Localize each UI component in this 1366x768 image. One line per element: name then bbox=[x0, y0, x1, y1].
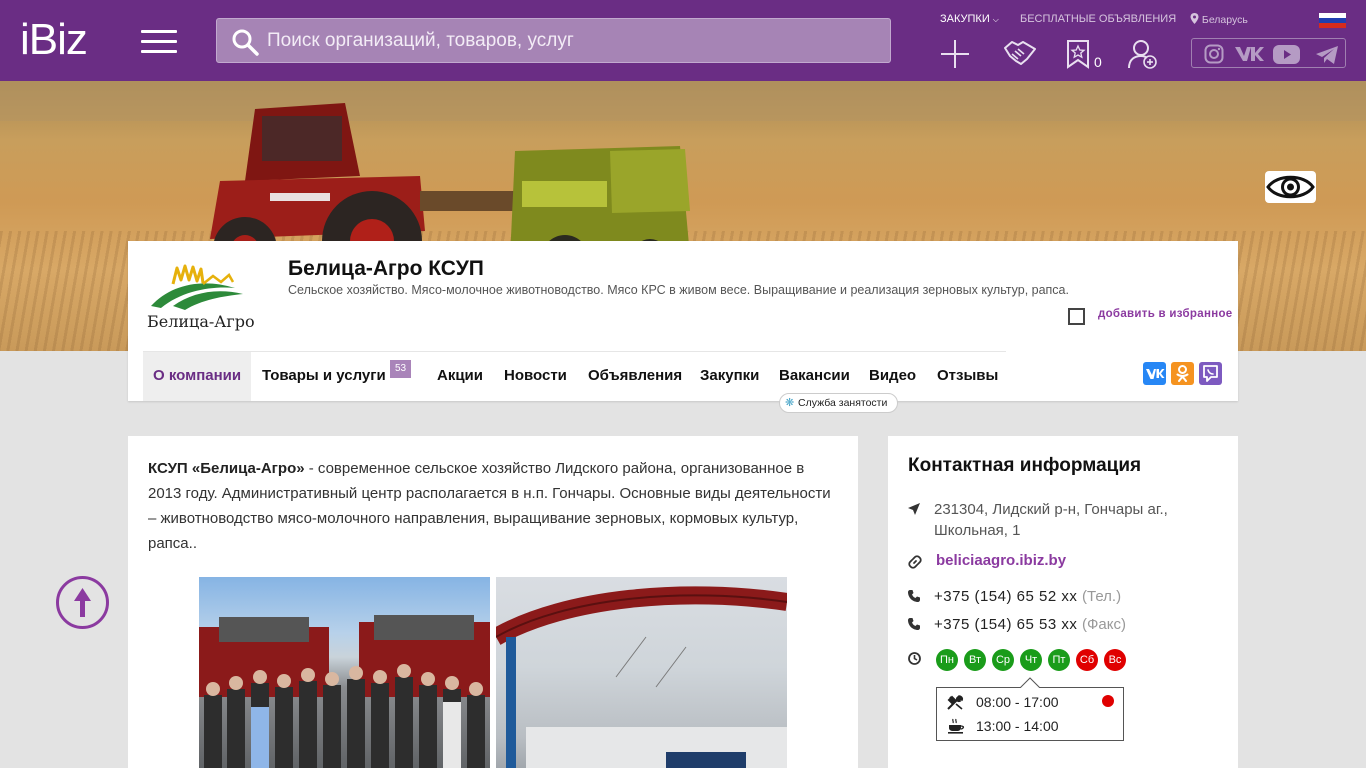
clock-icon bbox=[908, 652, 921, 665]
team-photo-drawing bbox=[199, 615, 490, 768]
tab-purchases[interactable]: Закупки bbox=[700, 352, 759, 401]
search-icon bbox=[232, 29, 259, 56]
contact-title: Контактная информация bbox=[908, 455, 1142, 476]
day-badge: Сб bbox=[1076, 649, 1098, 671]
about-section: КСУП «Белица-Агро» - современное сельско… bbox=[128, 436, 858, 768]
break-hours-text: 13:00 - 14:00 bbox=[976, 718, 1059, 734]
odnoklassniki-icon bbox=[1176, 365, 1189, 382]
add-icon[interactable] bbox=[940, 39, 970, 69]
tab-promotions[interactable]: Акции bbox=[437, 352, 483, 401]
farm-gate-photo[interactable] bbox=[496, 577, 787, 768]
tab-products[interactable]: Товары и услуги bbox=[262, 352, 386, 401]
vk-icon[interactable] bbox=[1234, 46, 1264, 62]
chevron-down-icon: ⌵ bbox=[992, 15, 999, 24]
team-photo[interactable] bbox=[199, 577, 490, 768]
nav-free-ads[interactable]: БЕСПЛАТНЫЕ ОБЪЯВЛЕНИЯ bbox=[1020, 13, 1176, 25]
phone-icon bbox=[908, 618, 920, 630]
day-badge: Чт bbox=[1020, 649, 1042, 671]
wheat-leaf-icon bbox=[151, 264, 243, 310]
scroll-to-top-button[interactable] bbox=[56, 576, 109, 629]
about-company-name: КСУП «Белица-Агро» bbox=[148, 460, 305, 477]
instagram-icon[interactable] bbox=[1204, 44, 1224, 64]
day-badge: Вс bbox=[1104, 649, 1126, 671]
nav-country[interactable]: Беларусь bbox=[1190, 13, 1248, 26]
search-bar[interactable] bbox=[216, 18, 891, 63]
arrow-up-icon bbox=[74, 588, 91, 617]
location-pin-icon bbox=[1190, 13, 1199, 24]
tools-icon bbox=[947, 695, 964, 710]
top-header: iBiz ЗАКУПКИ ⌵ БЕСПЛАТНЫЕ ОБЪЯВЛЕНИЯ Бел… bbox=[0, 0, 1366, 81]
share-viber-button[interactable] bbox=[1199, 362, 1222, 385]
tab-products-label: Товары и услуги bbox=[262, 367, 386, 384]
eye-icon bbox=[1266, 175, 1315, 199]
site-logo[interactable]: iBiz bbox=[20, 18, 88, 62]
contact-phone-number: +375 (154) 65 52 xx bbox=[934, 588, 1078, 605]
add-favorite-link[interactable]: добавить в избранное bbox=[1098, 308, 1232, 320]
search-input[interactable] bbox=[267, 19, 877, 62]
tab-about[interactable]: О компании bbox=[143, 352, 252, 401]
day-badge: Ср bbox=[992, 649, 1014, 671]
add-user-icon[interactable] bbox=[1128, 39, 1158, 69]
employment-service-tooltip[interactable]: ❋ Служба занятости bbox=[779, 393, 898, 413]
social-links bbox=[1191, 38, 1346, 68]
add-favorite-checkbox[interactable] bbox=[1068, 308, 1085, 325]
handshake-icon[interactable] bbox=[1003, 39, 1037, 69]
working-hours-box: 08:00 - 17:00 13:00 - 14:00 bbox=[936, 677, 1124, 741]
tab-reviews[interactable]: Отзывы bbox=[937, 352, 998, 401]
contact-fax[interactable]: +375 (154) 65 53 xx (Факс) bbox=[934, 616, 1126, 633]
vk-icon bbox=[1146, 369, 1165, 379]
contact-fax-number: +375 (154) 65 53 xx bbox=[934, 616, 1078, 633]
location-arrow-icon bbox=[908, 503, 920, 515]
pointer-arrow bbox=[1020, 677, 1040, 688]
day-badge: Пн bbox=[936, 649, 958, 671]
work-hours-text: 08:00 - 17:00 bbox=[976, 694, 1059, 710]
company-logo[interactable]: Белица-Агро bbox=[143, 256, 255, 351]
contact-section: Контактная информация 231304, Лидский р-… bbox=[888, 436, 1238, 768]
favorites-count: 0 bbox=[1094, 54, 1102, 70]
youtube-icon[interactable] bbox=[1273, 45, 1300, 64]
contact-phone[interactable]: +375 (154) 65 52 xx (Тел.) bbox=[934, 588, 1121, 605]
sparkle-icon: ❋ bbox=[785, 397, 795, 409]
phone-icon bbox=[908, 590, 920, 602]
accessibility-eye-button[interactable] bbox=[1265, 171, 1316, 203]
menu-icon[interactable] bbox=[141, 30, 177, 54]
nav-country-label: Беларусь bbox=[1201, 14, 1248, 26]
day-badge: Пт bbox=[1048, 649, 1070, 671]
company-description: Сельское хозяйство. Мясо-молочное животн… bbox=[288, 283, 1069, 297]
telegram-icon[interactable] bbox=[1315, 45, 1339, 65]
coffee-cup-icon bbox=[948, 718, 965, 734]
employment-service-label: Служба занятости bbox=[798, 397, 888, 409]
nav-purchases-label: ЗАКУПКИ bbox=[940, 13, 990, 25]
about-text: КСУП «Белица-Агро» - современное сельско… bbox=[148, 456, 838, 556]
contact-address: 231304, Лидский р-н, Гончары аг., Школьн… bbox=[908, 499, 1208, 541]
contact-address-text: 231304, Лидский р-н, Гончары аг., Школьн… bbox=[934, 501, 1168, 539]
share-ok-button[interactable] bbox=[1171, 362, 1194, 385]
company-card: Белица-Агро Белица-Агро КСУП Сельское хо… bbox=[128, 241, 1238, 413]
closed-status-dot bbox=[1102, 695, 1114, 707]
contact-phone-note: (Тел.) bbox=[1082, 588, 1122, 605]
tab-news[interactable]: Новости bbox=[504, 352, 567, 401]
farm-gate-photo-drawing bbox=[496, 586, 787, 768]
viber-icon bbox=[1203, 365, 1218, 382]
company-logo-text: Белица-Агро bbox=[147, 312, 255, 331]
link-icon bbox=[908, 555, 922, 569]
language-flag-icon[interactable] bbox=[1319, 13, 1346, 28]
products-count-badge: 53 bbox=[390, 360, 412, 378]
share-vk-button[interactable] bbox=[1143, 362, 1166, 385]
day-badge: Вт bbox=[964, 649, 986, 671]
contact-website-link[interactable]: beliciaagro.ibiz.by bbox=[936, 552, 1066, 569]
nav-purchases[interactable]: ЗАКУПКИ ⌵ bbox=[940, 13, 999, 25]
favorites-icon[interactable] bbox=[1066, 39, 1090, 69]
company-name: Белица-Агро КСУП bbox=[288, 257, 484, 280]
contact-fax-note: (Факс) bbox=[1082, 616, 1126, 633]
tab-ads[interactable]: Объявления bbox=[588, 352, 682, 401]
